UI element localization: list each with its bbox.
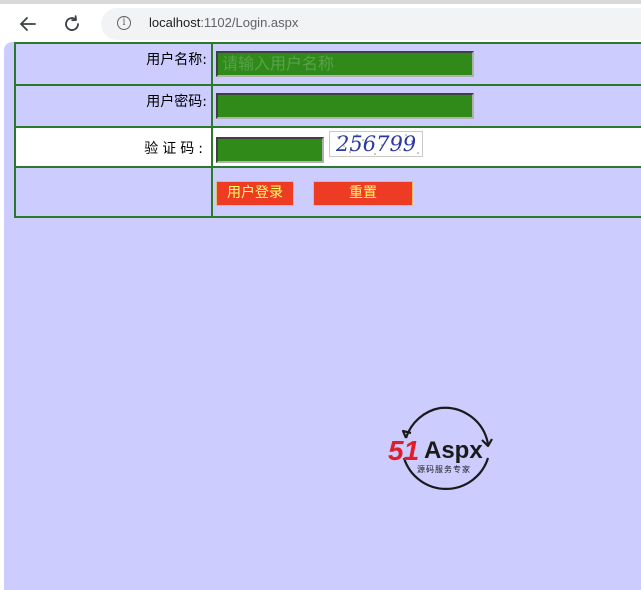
password-input-cell: [211, 84, 641, 128]
captcha-wrap: 256799: [213, 128, 641, 166]
password-row: 用户密码:: [14, 84, 641, 128]
username-input[interactable]: 请输入用户名称: [216, 51, 474, 77]
password-input[interactable]: [216, 93, 474, 119]
captcha-label-cell: 验证码:: [14, 126, 213, 168]
reload-button[interactable]: [59, 11, 85, 37]
buttons-label-cell: [14, 166, 213, 218]
address-bar[interactable]: i localhost:1102/Login.aspx: [101, 8, 641, 40]
password-label-cell: 用户密码:: [14, 84, 213, 128]
captcha-row: 验证码: 256799: [14, 126, 641, 168]
arrow-left-icon: [20, 17, 36, 31]
logo-brand-51: 51: [388, 435, 419, 466]
back-button[interactable]: [15, 11, 41, 37]
reload-icon: [65, 15, 79, 31]
url-host: localhost: [149, 15, 201, 30]
buttons-row: 用户登录 重置: [14, 166, 641, 218]
captcha-label: 验证码:: [144, 141, 207, 157]
buttons-wrap: 用户登录 重置: [213, 168, 641, 216]
brand-logo: 51 Aspx 源码服务专家: [384, 400, 514, 496]
captcha-code: 256799: [336, 132, 417, 156]
buttons-cell: 用户登录 重置: [211, 166, 641, 218]
captcha-input[interactable]: [216, 137, 324, 163]
logo-brand-aspx: Aspx: [424, 437, 483, 464]
logo-graphic: 51 Aspx 源码服务专家: [388, 406, 493, 490]
username-label-cell: 用户名称:: [14, 42, 213, 86]
username-row: 用户名称: 请输入用户名称: [14, 42, 641, 86]
reset-button[interactable]: 重置: [313, 181, 413, 206]
url-path: :1102/Login.aspx: [200, 15, 299, 30]
username-input-cell: 请输入用户名称: [211, 42, 641, 86]
login-form-table: 用户名称: 请输入用户名称 用户密码: 验证码: 256799 用户登录 重置: [14, 42, 641, 218]
info-icon[interactable]: i: [117, 16, 131, 30]
url-text[interactable]: localhost:1102/Login.aspx: [149, 15, 298, 30]
username-label: 用户名称:: [146, 52, 207, 68]
logo-tagline: 源码服务专家: [417, 464, 471, 474]
browser-toolbar: i localhost:1102/Login.aspx: [0, 4, 641, 42]
captcha-input-cell: 256799: [211, 126, 641, 168]
password-label: 用户密码:: [146, 94, 207, 110]
captcha-image[interactable]: 256799: [329, 131, 423, 157]
login-page: 用户名称: 请输入用户名称 用户密码: 验证码: 256799 用户登录 重置 …: [4, 42, 641, 590]
login-button[interactable]: 用户登录: [216, 181, 294, 206]
